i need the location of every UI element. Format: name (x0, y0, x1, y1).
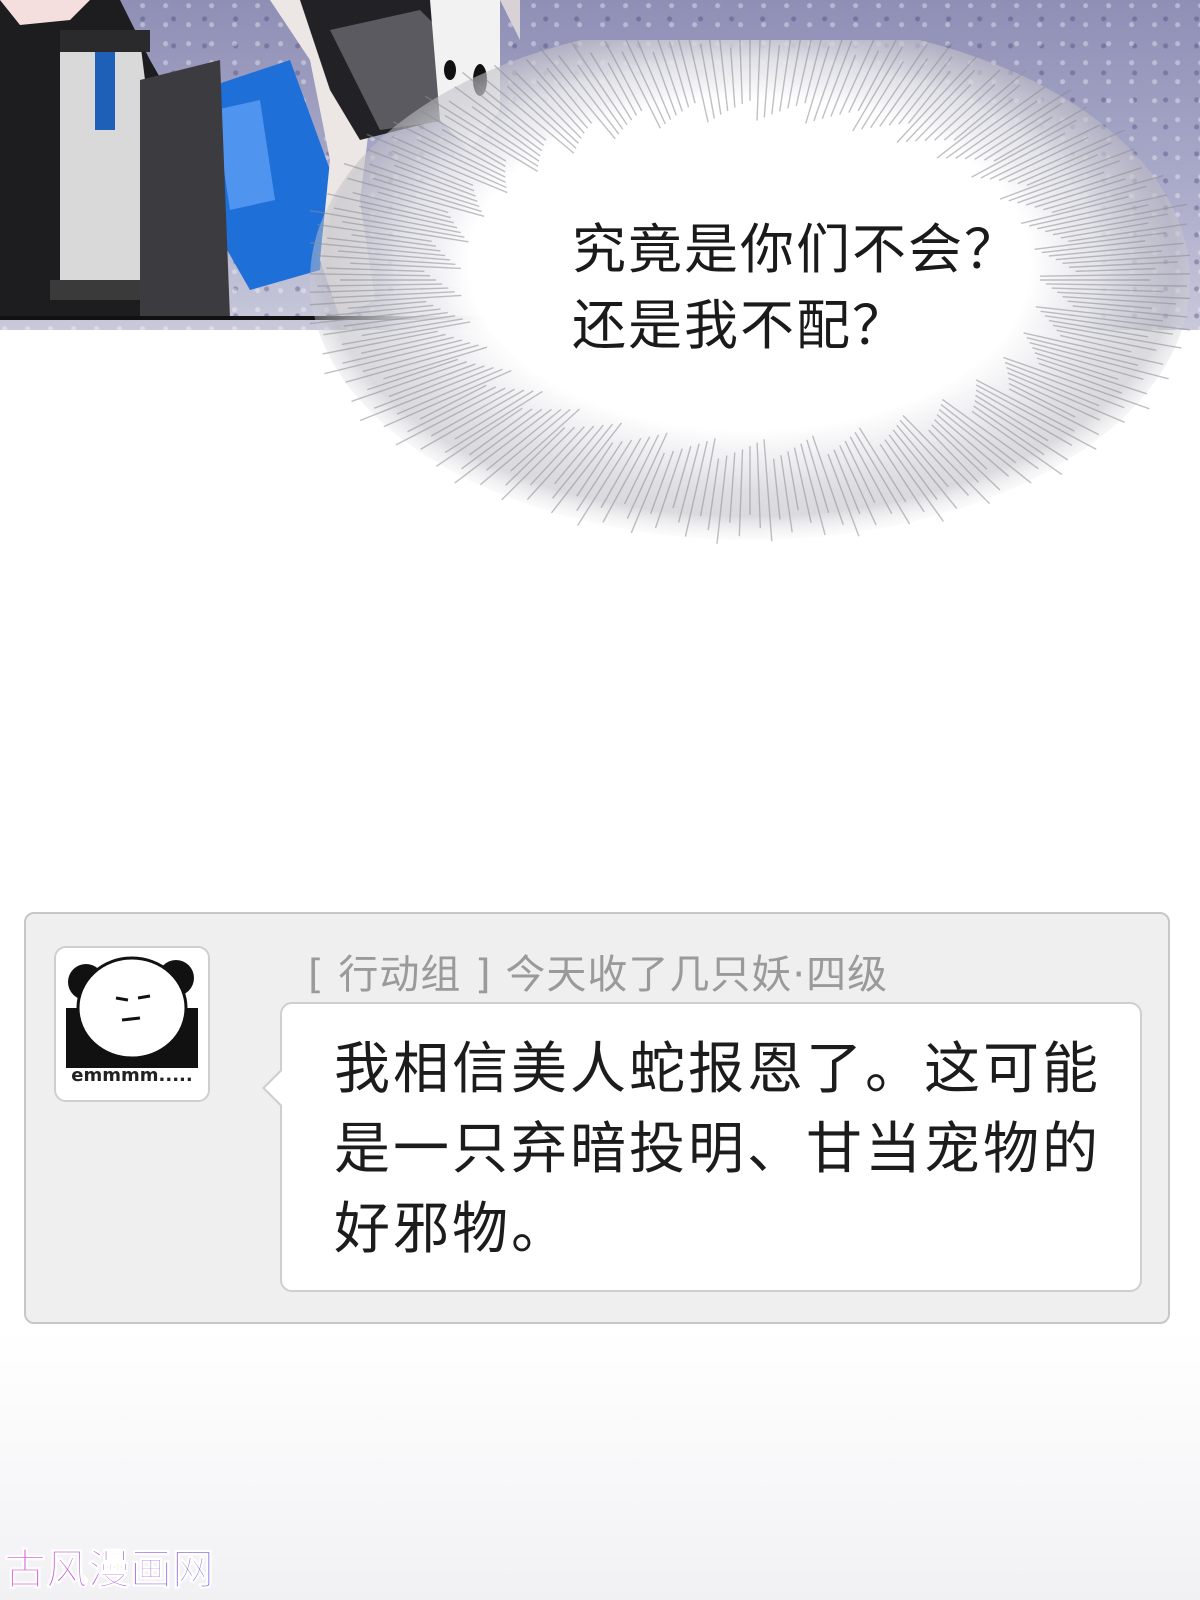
comment-username[interactable]: [ 行动组 ] 今天收了几只妖·四级 (308, 942, 888, 1000)
bubble-tail-inner (265, 1070, 283, 1106)
comment-line: 好邪物。 (334, 1197, 570, 1262)
speech-line: 还是我不配？ (572, 294, 908, 357)
comment-line: 是一只弃暗投明、甘当宠物的 (334, 1117, 1101, 1182)
watermark-text: 古风漫画网 (4, 1545, 214, 1594)
avatar[interactable]: emmmm..... (54, 946, 210, 1102)
avatar-caption: emmmm..... (71, 1065, 193, 1086)
speech-line: 究竟是你们不会？ (572, 218, 1020, 281)
comment-card: emmmm..... [ 行动组 ] 今天收了几只妖·四级 我相信美人蛇报恩了。… (24, 912, 1170, 1324)
site-watermark: 古风漫画网 (4, 1545, 215, 1595)
comment-body: 我相信美人蛇报恩了。这可能 是一只弃暗投明、甘当宠物的 好邪物。 (334, 1030, 1104, 1270)
comment-bubble: 我相信美人蛇报恩了。这可能 是一只弃暗投明、甘当宠物的 好邪物。 (262, 1002, 1142, 1292)
comment-line: 我相信美人蛇报恩了。这可能 (334, 1037, 1101, 1102)
speech-text: 究竟是你们不会？ 还是我不配？ (572, 212, 1132, 364)
comic-panel: 究竟是你们不会？ 还是我不配？ (0, 0, 1200, 560)
